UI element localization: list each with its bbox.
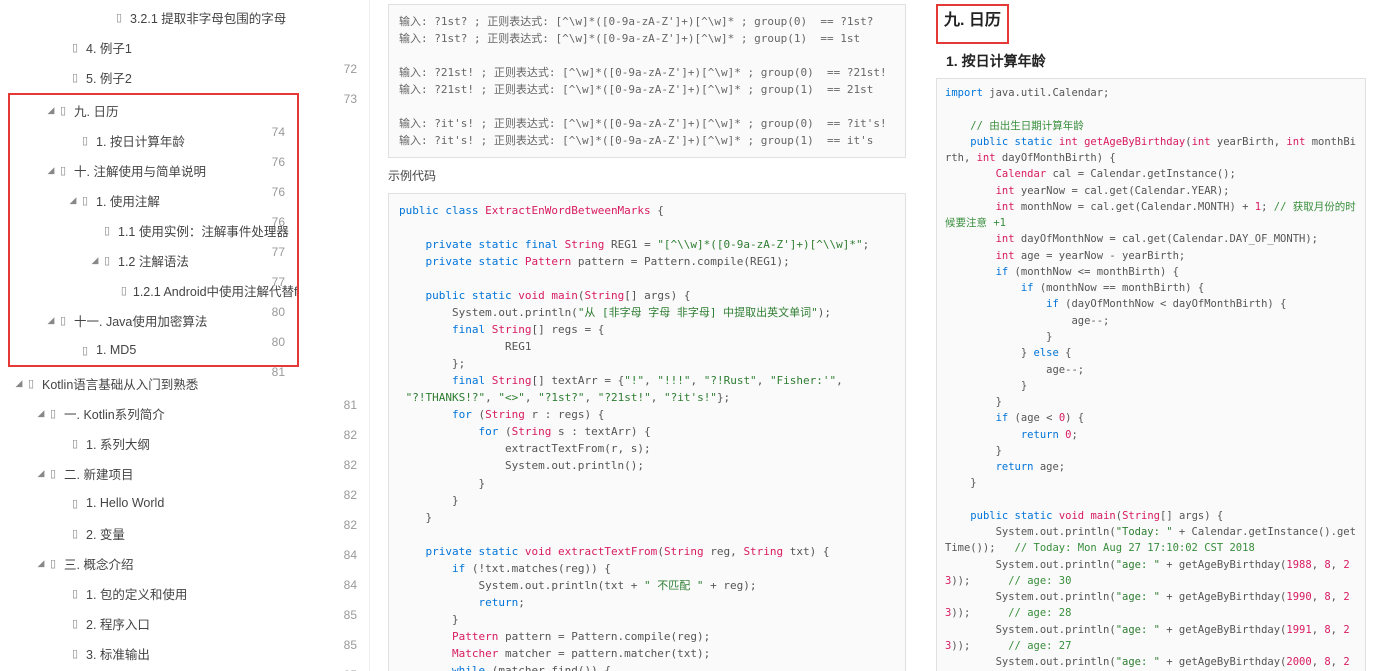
toc-label: 4. 例子1 bbox=[86, 38, 132, 57]
toc-item[interactable]: ▯1.1 使用实例：注解事件处理器77 bbox=[10, 215, 297, 245]
example-code-label: 示例代码 bbox=[388, 166, 906, 186]
bookmark-icon: ▯ bbox=[56, 314, 70, 327]
toc-label: 1. Hello World bbox=[86, 496, 164, 510]
bookmark-icon: ▯ bbox=[56, 104, 70, 117]
toc-item[interactable]: ▯1. 系列大纲82 bbox=[0, 428, 369, 458]
toc-label: 十. 注解使用与简单说明 bbox=[74, 161, 206, 180]
toc-item[interactable]: ▯1. Hello World82 bbox=[0, 488, 369, 518]
bookmark-icon: ▯ bbox=[119, 284, 129, 297]
bookmark-icon: ▯ bbox=[68, 71, 82, 84]
toc-item[interactable]: ◢▯十一. Java使用加密算法80 bbox=[10, 305, 297, 335]
expand-icon[interactable]: ◢ bbox=[46, 105, 56, 116]
expand-icon[interactable]: ◢ bbox=[36, 468, 46, 479]
toc-label: 3.2.1 提取非字母包围的字母 bbox=[130, 8, 286, 27]
content-middle: 输入: ?1st? ; 正则表达式: [^\w]*([0-9a-zA-Z']+)… bbox=[370, 0, 926, 671]
content-right: 九. 日历 1. 按日计算年龄 import java.util.Calenda… bbox=[926, 0, 1376, 671]
toc-label: 1. 按日计算年龄 bbox=[96, 131, 185, 150]
bookmark-icon: ▯ bbox=[24, 377, 38, 390]
toc-item[interactable]: ▯1.2.1 Android中使用注解代替findViewById80 bbox=[10, 275, 297, 305]
toc-label: 九. 日历 bbox=[74, 101, 118, 120]
bookmark-icon: ▯ bbox=[68, 437, 82, 450]
toc-label: 2. 程序入口 bbox=[86, 614, 150, 633]
toc-item[interactable]: ▯ 3.2.1 提取非字母包围的字母 bbox=[0, 2, 369, 32]
bookmark-icon: ▯ bbox=[46, 407, 60, 420]
toc-item[interactable]: ▯5. 例子273 bbox=[0, 62, 369, 92]
toc-label: 三. 概念介绍 bbox=[64, 554, 133, 573]
toc-item[interactable]: ◢▯1.2 注解语法77 bbox=[10, 245, 297, 275]
code-block-calendar: import java.util.Calendar; // 由出生日期计算年龄 … bbox=[936, 78, 1366, 671]
expand-icon[interactable]: ◢ bbox=[14, 378, 24, 389]
bookmark-icon: ▯ bbox=[78, 344, 92, 357]
bookmark-icon: ▯ bbox=[78, 134, 92, 147]
toc-item[interactable]: ▯2. 变量84 bbox=[0, 518, 369, 548]
bookmark-icon: ▯ bbox=[56, 164, 70, 177]
bookmark-icon: ▯ bbox=[68, 617, 82, 630]
bookmark-icon: ▯ bbox=[100, 224, 114, 237]
toc-label: 2. 变量 bbox=[86, 524, 125, 543]
section-9-highlight: 九. 日历 bbox=[936, 4, 1009, 44]
toc-label: 1. MD5 bbox=[96, 343, 136, 357]
expand-icon[interactable]: ◢ bbox=[46, 165, 56, 176]
code-block-extract: public class ExtractEnWordBetweenMarks {… bbox=[388, 193, 906, 671]
bookmark-icon: ▯ bbox=[68, 497, 82, 510]
toc-label: 5. 例子2 bbox=[86, 68, 132, 87]
toc-item[interactable]: ▯1. 包的定义和使用85 bbox=[0, 578, 369, 608]
expand-icon[interactable]: ◢ bbox=[36, 408, 46, 419]
toc-sidebar[interactable]: ▯3.2.1 提取非字母包围的字母▯4. 例子172▯5. 例子273◢▯九. … bbox=[0, 0, 370, 671]
toc-label: 1. 使用注解 bbox=[96, 191, 160, 210]
bookmark-icon: ▯ bbox=[68, 41, 82, 54]
toc-item[interactable]: ◢▯三. 概念介绍84 bbox=[0, 548, 369, 578]
bookmark-icon: ▯ bbox=[46, 467, 60, 480]
expand-icon[interactable]: ◢ bbox=[36, 558, 46, 569]
toc-label: 1. 系列大纲 bbox=[86, 434, 150, 453]
toc-item[interactable]: ▯4. 例子172 bbox=[0, 32, 369, 62]
expand-icon[interactable]: ◢ bbox=[90, 255, 100, 266]
bookmark-icon: ▯ bbox=[78, 194, 92, 207]
toc-item[interactable]: ◢▯九. 日历74 bbox=[10, 95, 297, 125]
toc-item[interactable]: ▯2. 程序入口85 bbox=[0, 608, 369, 638]
toc-item[interactable]: ▯3. 标准输出85 bbox=[0, 638, 369, 668]
bookmark-icon: ▯ bbox=[46, 557, 60, 570]
io-examples-block: 输入: ?1st? ; 正则表达式: [^\w]*([0-9a-zA-Z']+)… bbox=[388, 4, 906, 158]
toc-item[interactable]: ▯1. 按日计算年龄76 bbox=[10, 125, 297, 155]
expand-icon[interactable]: ◢ bbox=[68, 195, 78, 206]
toc-item[interactable]: ◢▯一. Kotlin系列简介82 bbox=[0, 398, 369, 428]
toc-item[interactable]: ◢▯1. 使用注解76 bbox=[10, 185, 297, 215]
toc-item[interactable]: ◢▯十. 注解使用与简单说明76 bbox=[10, 155, 297, 185]
toc-highlight-group: ◢▯九. 日历74▯1. 按日计算年龄76◢▯十. 注解使用与简单说明76◢▯1… bbox=[8, 93, 299, 367]
bookmark-icon: ▯ bbox=[112, 11, 126, 24]
section-9-title: 九. 日历 bbox=[938, 6, 1007, 36]
page-root: ▯3.2.1 提取非字母包围的字母▯4. 例子172▯5. 例子273◢▯九. … bbox=[0, 0, 1376, 671]
section-9-sub: 1. 按日计算年龄 bbox=[946, 50, 1366, 72]
toc-label: 1.2.1 Android中使用注解代替findViewById bbox=[133, 281, 297, 300]
toc-item[interactable]: ◢▯Kotlin语言基础从入门到熟悉81 bbox=[0, 368, 369, 398]
bookmark-icon: ▯ bbox=[68, 527, 82, 540]
toc-label: 1. 包的定义和使用 bbox=[86, 584, 187, 603]
expand-icon[interactable]: ◢ bbox=[46, 315, 56, 326]
toc-label: 一. Kotlin系列简介 bbox=[64, 404, 165, 423]
toc-label: 1.1 使用实例：注解事件处理器 bbox=[118, 221, 289, 240]
toc-item[interactable]: ◢▯二. 新建项目82 bbox=[0, 458, 369, 488]
bookmark-icon: ▯ bbox=[68, 647, 82, 660]
toc-label: 二. 新建项目 bbox=[64, 464, 133, 483]
toc-page-number: 73 bbox=[344, 92, 357, 106]
bookmark-icon: ▯ bbox=[68, 587, 82, 600]
bookmark-icon: ▯ bbox=[100, 254, 114, 267]
toc-label: Kotlin语言基础从入门到熟悉 bbox=[42, 374, 198, 393]
toc-item[interactable]: ▯1. MD581 bbox=[10, 335, 297, 365]
toc-label: 十一. Java使用加密算法 bbox=[74, 311, 207, 330]
toc-label: 3. 标准输出 bbox=[86, 644, 150, 663]
toc-label: 1.2 注解语法 bbox=[118, 251, 189, 270]
